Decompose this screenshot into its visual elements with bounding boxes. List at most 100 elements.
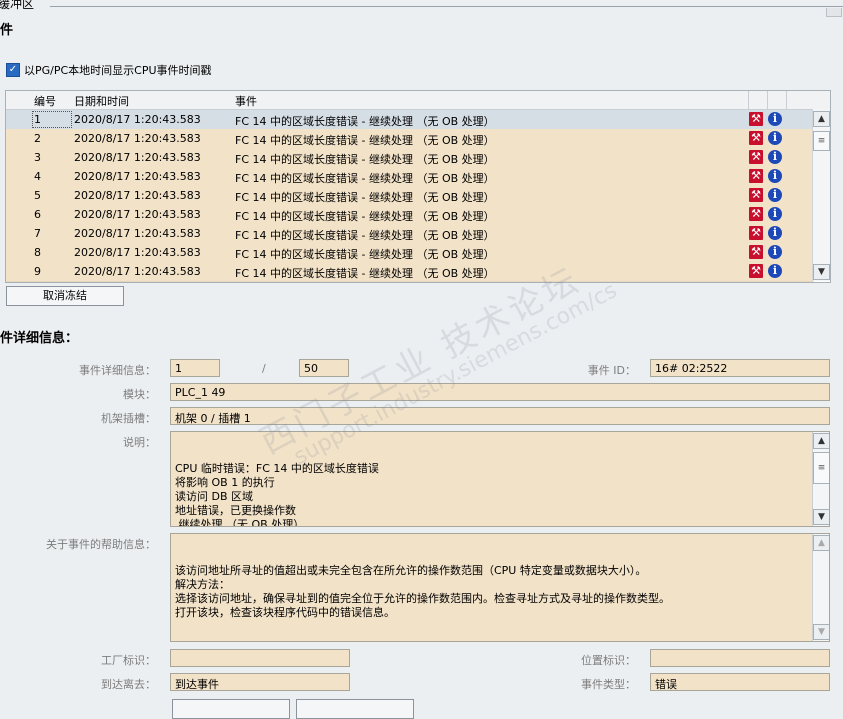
description-scrollbar[interactable]: ▲ ≡ ▼	[812, 432, 829, 526]
cell-event: FC 14 中的区域长度错误 - 继续处理 （无 OB 处理）	[235, 172, 495, 185]
cell-number: 3	[34, 151, 41, 164]
cell-number: 2	[34, 132, 41, 145]
cell-number: 5	[34, 189, 41, 202]
cell-number: 9	[34, 265, 41, 278]
table-row[interactable]: 4 2020/8/17 1:20:43.583 FC 14 中的区域长度错误 - 继…	[6, 167, 814, 187]
wrench-icon[interactable]: ⚒	[749, 226, 763, 240]
info-icon[interactable]: i	[768, 150, 782, 164]
table-row[interactable]: 1 2020/8/17 1:20:43.583 FC 14 中的区域长度错误 - 继…	[6, 110, 814, 130]
cell-number: 6	[34, 208, 41, 221]
info-icon[interactable]: i	[768, 112, 782, 126]
details-title: 件详细信息：	[0, 331, 79, 346]
info-icon[interactable]: i	[768, 226, 782, 240]
rack-slot-field: 机架 0 / 插槽 1	[170, 407, 830, 425]
label-rack-slot: 机架插槽：	[101, 412, 156, 425]
scroll-up-button[interactable]: ▲	[813, 433, 829, 449]
description-text: CPU 临时错误：FC 14 中的区域长度错误 将影响 OB 1 的执行 读访问…	[175, 462, 379, 527]
wrench-icon[interactable]: ⚒	[749, 131, 763, 145]
table-row[interactable]: 8 2020/8/17 1:20:43.583 FC 14 中的区域长度错误 - 继…	[6, 243, 814, 263]
event-id-field: 16# 02:2522	[650, 359, 830, 377]
column-header-datetime[interactable]: 日期和时间	[74, 93, 129, 109]
scroll-down-button[interactable]: ▼	[813, 509, 829, 525]
help-textarea[interactable]: 该访问地址所寻址的值超出或未完全包含在所允许的操作数范围（CPU 特定变量或数据…	[170, 533, 830, 642]
bottom-button-1[interactable]	[172, 699, 290, 719]
plant-id-field	[170, 649, 350, 667]
cell-datetime: 2020/8/17 1:20:43.583	[74, 208, 201, 221]
table-row[interactable]: 3 2020/8/17 1:20:43.583 FC 14 中的区域长度错误 - 继…	[6, 148, 814, 168]
help-scrollbar[interactable]: ▲ ▼	[812, 534, 829, 641]
wrench-icon[interactable]: ⚒	[749, 207, 763, 221]
wrench-icon[interactable]: ⚒	[749, 245, 763, 259]
module-field: PLC_1 49	[170, 383, 830, 401]
index-separator: /	[262, 362, 266, 375]
cell-event: FC 14 中的区域长度错误 - 继续处理 （无 OB 处理）	[235, 210, 495, 223]
info-icon[interactable]: i	[768, 131, 782, 145]
label-help: 关于事件的帮助信息：	[46, 538, 156, 551]
info-icon[interactable]: i	[768, 207, 782, 221]
cell-event: FC 14 中的区域长度错误 - 继续处理 （无 OB 处理）	[235, 267, 495, 280]
cell-datetime: 2020/8/17 1:20:43.583	[74, 170, 201, 183]
cell-number: 4	[34, 170, 41, 183]
scroll-thumb[interactable]: ≡	[813, 452, 829, 484]
cell-number: 8	[34, 246, 41, 259]
wrench-icon[interactable]: ⚒	[749, 188, 763, 202]
cell-datetime: 2020/8/17 1:20:43.583	[74, 151, 201, 164]
label-event-id: 事件 ID：	[587, 364, 636, 377]
checkbox-local-time[interactable]: ✓	[6, 63, 20, 77]
cell-datetime: 2020/8/17 1:20:43.583	[74, 189, 201, 202]
wrench-icon[interactable]: ⚒	[749, 169, 763, 183]
focus-outline	[32, 111, 72, 128]
table-row[interactable]: 6 2020/8/17 1:20:43.583 FC 14 中的区域长度错误 - 继…	[6, 205, 814, 225]
panel-collapse-handle[interactable]	[826, 8, 842, 17]
scroll-thumb[interactable]: ≡	[813, 131, 830, 151]
table-row[interactable]: 5 2020/8/17 1:20:43.583 FC 14 中的区域长度错误 - 继…	[6, 186, 814, 206]
cell-event: FC 14 中的区域长度错误 - 继续处理 （无 OB 处理）	[235, 248, 495, 261]
table-row[interactable]: 2 2020/8/17 1:20:43.583 FC 14 中的区域长度错误 - 继…	[6, 129, 814, 149]
label-event-type: 事件类型：	[581, 678, 636, 691]
events-table[interactable]: 编号 日期和时间 事件 1 2020/8/17 1:20:43.583 FC 14 …	[5, 90, 831, 283]
cell-event: FC 14 中的区域长度错误 - 继续处理 （无 OB 处理）	[235, 191, 495, 204]
unfreeze-button[interactable]: 取消冻结	[6, 286, 124, 306]
table-header: 编号 日期和时间 事件	[6, 91, 830, 110]
divider	[50, 6, 843, 7]
wrench-icon[interactable]: ⚒	[749, 264, 763, 278]
local-time-option[interactable]: ✓ 以PG/PC本地时间显示CPU事件时间戳	[6, 62, 212, 78]
event-total-field: 50	[299, 359, 349, 377]
scroll-down-button[interactable]: ▼	[813, 624, 829, 640]
column-header-number[interactable]: 编号	[34, 93, 56, 109]
bottom-button-2[interactable]	[296, 699, 414, 719]
wrench-icon[interactable]: ⚒	[749, 112, 763, 126]
info-icon[interactable]: i	[768, 169, 782, 183]
event-index-field[interactable]: 1	[170, 359, 220, 377]
description-textarea[interactable]: CPU 临时错误：FC 14 中的区域长度错误 将影响 OB 1 的执行 读访问…	[170, 431, 830, 527]
scroll-up-button[interactable]: ▲	[813, 535, 829, 551]
cell-event: FC 14 中的区域长度错误 - 继续处理 （无 OB 处理）	[235, 134, 495, 147]
cell-datetime: 2020/8/17 1:20:43.583	[74, 246, 201, 259]
label-plant-id: 工厂标识：	[101, 654, 156, 667]
cell-datetime: 2020/8/17 1:20:43.583	[74, 227, 201, 240]
table-scrollbar[interactable]: ▲ ≡ ▼	[812, 109, 830, 281]
help-text: 该访问地址所寻址的值超出或未完全包含在所允许的操作数范围（CPU 特定变量或数据…	[175, 564, 670, 619]
scroll-down-button[interactable]: ▼	[813, 264, 830, 280]
section-title: 件	[0, 23, 14, 38]
cell-number: 7	[34, 227, 41, 240]
cell-datetime: 2020/8/17 1:20:43.583	[74, 132, 201, 145]
info-icon[interactable]: i	[768, 245, 782, 259]
wrench-icon[interactable]: ⚒	[749, 150, 763, 164]
label-description: 说明：	[123, 436, 156, 449]
table-row[interactable]: 9 2020/8/17 1:20:43.583 FC 14 中的区域长度错误 - 继…	[6, 262, 814, 282]
top-bar: 缓冲区	[0, 0, 843, 17]
label-module: 模块：	[123, 388, 156, 401]
cell-event: FC 14 中的区域长度错误 - 继续处理 （无 OB 处理）	[235, 229, 495, 242]
label-location-id: 位置标识：	[581, 654, 636, 667]
cell-event: FC 14 中的区域长度错误 - 继续处理 （无 OB 处理）	[235, 115, 495, 128]
checkbox-label: 以PG/PC本地时间显示CPU事件时间戳	[24, 64, 212, 77]
table-row[interactable]: 7 2020/8/17 1:20:43.583 FC 14 中的区域长度错误 - 继…	[6, 224, 814, 244]
column-header-event[interactable]: 事件	[235, 93, 257, 109]
scroll-up-button[interactable]: ▲	[813, 111, 830, 127]
info-icon[interactable]: i	[768, 264, 782, 278]
info-icon[interactable]: i	[768, 188, 782, 202]
cell-event: FC 14 中的区域长度错误 - 继续处理 （无 OB 处理）	[235, 153, 495, 166]
panel-title: 缓冲区	[0, 0, 35, 11]
label-incoming-outgoing: 到达离去：	[101, 678, 156, 691]
